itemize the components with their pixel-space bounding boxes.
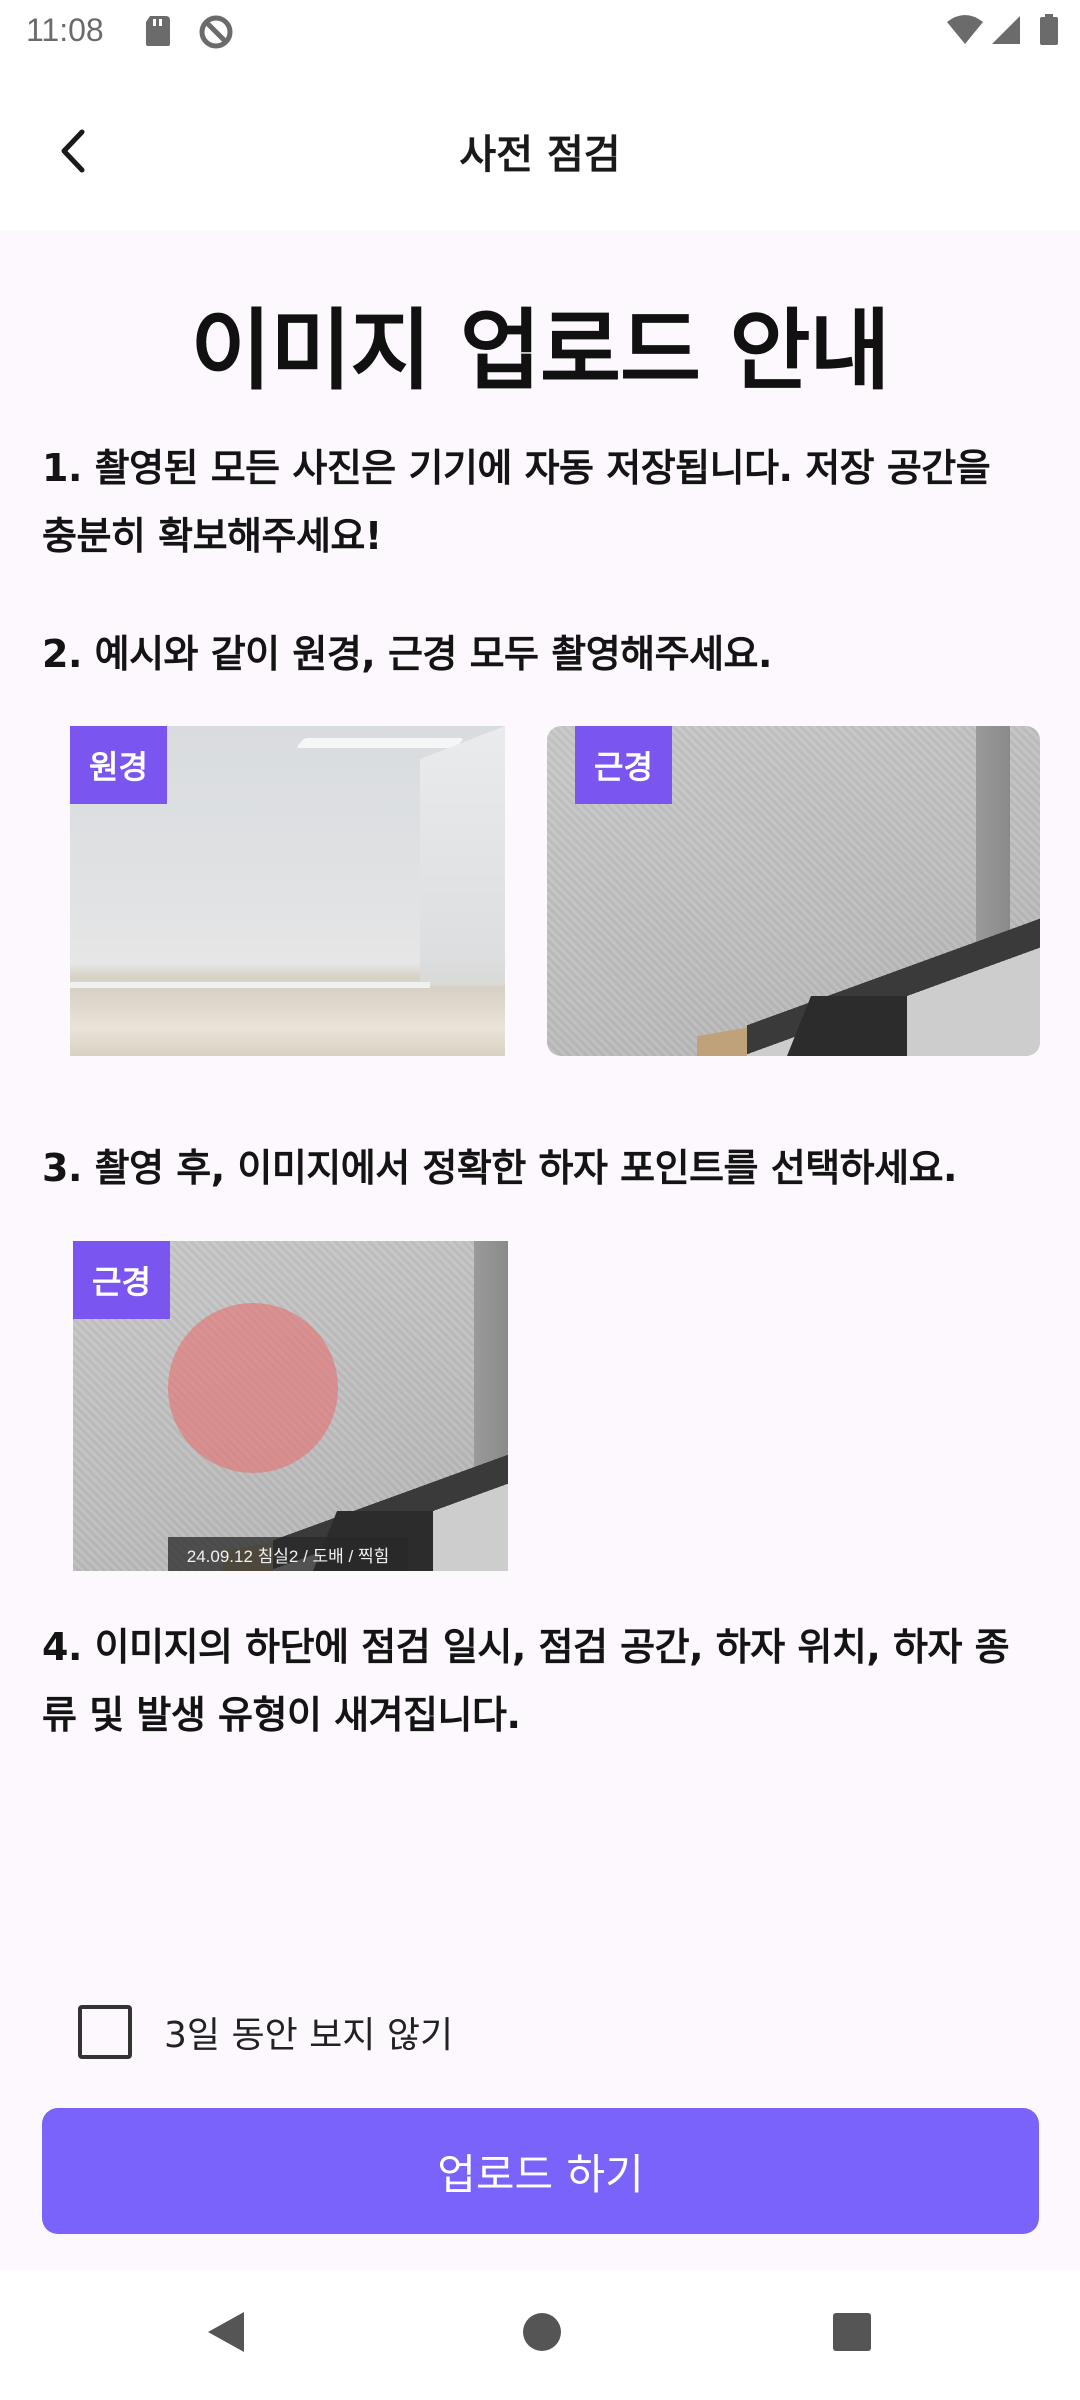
room-baseboard — [70, 982, 430, 988]
defect-point-tag: 근경 — [73, 1241, 170, 1319]
sd-card-icon — [144, 14, 172, 52]
guide-step-4-line2: 류 및 발생 유형이 새겨집니다. — [42, 1693, 521, 1737]
room-floor — [70, 986, 505, 1056]
defect-point-marker — [168, 1303, 338, 1473]
home-circle-icon[interactable] — [520, 2308, 564, 2360]
guide-step-1-line2: 충분히 확보해주세요! — [42, 514, 382, 558]
status-bar: 11:08 — [0, 0, 1080, 64]
far-view-example-image: 원경 — [70, 726, 505, 1056]
ceiling-light — [295, 738, 465, 748]
wifi-icon — [946, 14, 984, 50]
dismiss-option[interactable]: 3일 동안 보지 않기 — [78, 2004, 453, 2060]
guide-step-2: 2. 예시와 같이 원경, 근경 모두 촬영해주세요. — [42, 632, 772, 676]
do-not-disturb-icon — [198, 14, 234, 54]
battery-icon — [1038, 14, 1060, 50]
dismiss-checkbox[interactable] — [78, 2005, 132, 2059]
app-bar: 사전 점검 — [0, 64, 1080, 230]
guide-content: 이미지 업로드 안내 1. 촬영된 모든 사진은 기기에 자동 저장됩니다. 저… — [0, 230, 1080, 2270]
guide-step-1-line1: 1. 촬영된 모든 사진은 기기에 자동 저장됩니다. 저장 공간을 — [42, 446, 991, 490]
inspection-stamp: 24.09.12 침실2 / 도배 / 찍힘 — [168, 1537, 408, 1571]
near-view-example-image: 근경 — [547, 726, 1040, 1056]
guide-step-4-line1: 4. 이미지의 하단에 점검 일시, 점검 공간, 하자 위치, 하자 종 — [42, 1625, 1010, 1669]
page-title: 사전 점검 — [459, 132, 621, 178]
signal-icon — [990, 14, 1022, 50]
back-triangle-icon[interactable] — [204, 2308, 248, 2360]
guide-step-3: 3. 촬영 후, 이미지에서 정확한 하자 포인트를 선택하세요. — [42, 1146, 957, 1190]
guide-step-4: 4. 이미지의 하단에 점검 일시, 점검 공간, 하자 위치, 하자 종 류 … — [42, 1613, 1032, 1749]
status-time: 11:08 — [26, 12, 104, 48]
dismiss-label: 3일 동안 보지 않기 — [164, 2015, 454, 2056]
guide-heading: 이미지 업로드 안내 — [190, 299, 891, 402]
guide-step-1: 1. 촬영된 모든 사진은 기기에 자동 저장됩니다. 저장 공간을 충분히 확… — [42, 434, 1032, 570]
upload-button[interactable]: 업로드 하기 — [42, 2108, 1039, 2234]
recents-square-icon[interactable] — [830, 2308, 874, 2360]
defect-point-example-image: 24.09.12 침실2 / 도배 / 찍힘 근경 — [73, 1241, 508, 1571]
near-view-tag: 근경 — [575, 726, 672, 804]
navigation-bar — [0, 2270, 1080, 2400]
screen: 11:08 사전 점검 이미지 업로드 안내 1. 촬영된 모든 사진은 기기에… — [0, 0, 1080, 2400]
far-view-tag: 원경 — [70, 726, 167, 804]
